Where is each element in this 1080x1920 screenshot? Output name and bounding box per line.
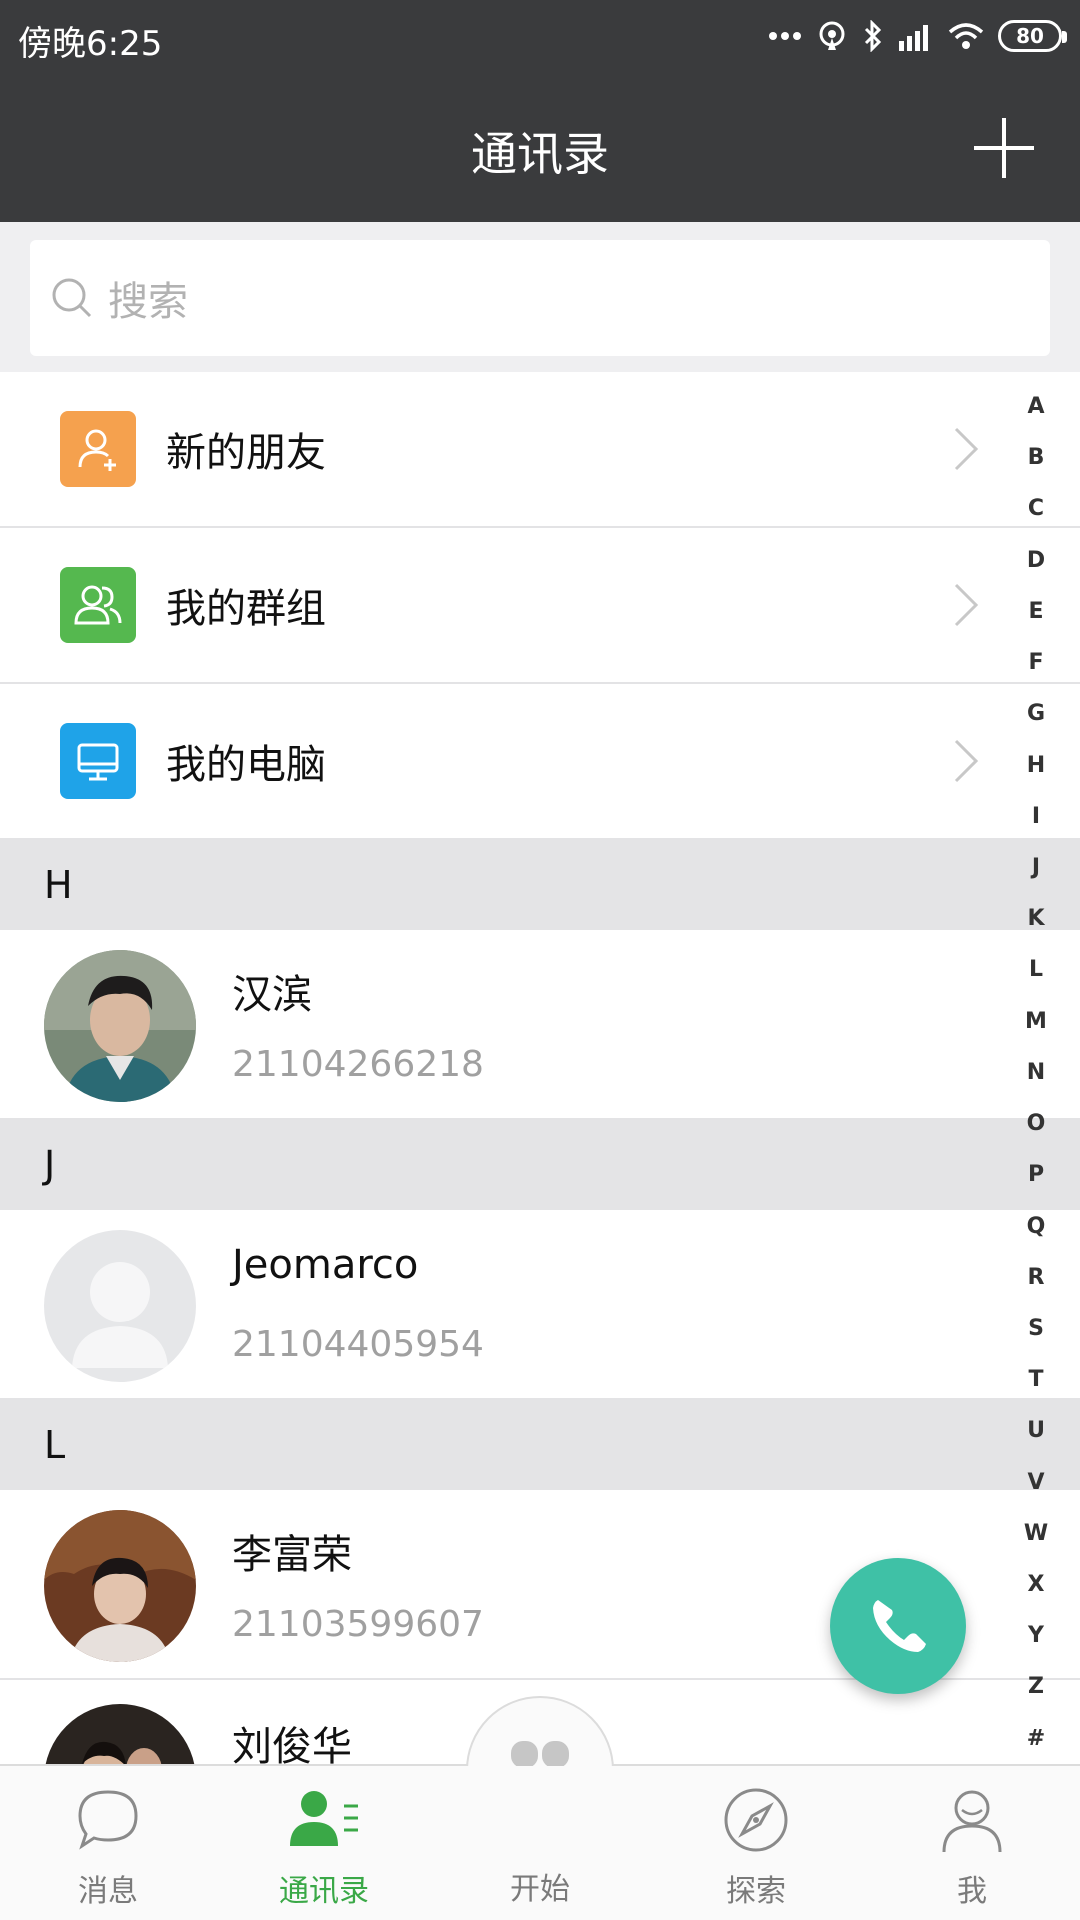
- search-area: 搜索: [0, 222, 1080, 372]
- alphabet-index[interactable]: A B C D E F G H I J K L M N O P Q R S T U V W X Y Z #: [1012, 392, 1060, 1754]
- alphabet-letter[interactable]: J: [1032, 853, 1040, 883]
- alphabet-letter[interactable]: H: [1027, 751, 1045, 781]
- alphabet-letter[interactable]: F: [1028, 648, 1043, 678]
- phone-icon: [873, 1600, 926, 1652]
- alphabet-letter[interactable]: #: [1027, 1724, 1045, 1754]
- contact-row[interactable]: Jeomarco 21104405954: [0, 1210, 1080, 1400]
- status-bar: 傍晚6:25 80: [0, 0, 1080, 72]
- alphabet-letter[interactable]: N: [1027, 1058, 1045, 1088]
- contact-row[interactable]: 汉滨 21104266218: [0, 930, 1080, 1120]
- alphabet-letter[interactable]: Z: [1028, 1672, 1044, 1702]
- contact-phone: 21103599607: [232, 1604, 484, 1645]
- section-header-l: L: [0, 1400, 1080, 1490]
- contact-name: 汉滨: [232, 972, 312, 1018]
- tab-label: 开始: [510, 1872, 570, 1907]
- menu-my-computer[interactable]: 我的电脑: [0, 684, 1080, 840]
- section-header-h: H: [0, 840, 1080, 930]
- alphabet-letter[interactable]: G: [1027, 699, 1045, 729]
- section-header-j: J: [0, 1120, 1080, 1210]
- bluetooth-icon: [864, 20, 882, 52]
- search-input[interactable]: 搜索: [30, 240, 1050, 356]
- chevron-right-icon: [954, 739, 979, 783]
- contact-name: Jeomarco: [232, 1242, 419, 1288]
- nav-bar: 通讯录: [0, 72, 1080, 222]
- menu-label: 我的群组: [166, 586, 326, 632]
- chevron-right-icon: [954, 583, 979, 627]
- alphabet-letter[interactable]: L: [1029, 955, 1043, 985]
- alphabet-letter[interactable]: D: [1027, 546, 1045, 576]
- alphabet-letter[interactable]: B: [1028, 443, 1045, 473]
- menu-my-groups[interactable]: 我的群组: [0, 528, 1080, 684]
- compass-icon: [716, 1780, 796, 1860]
- contact-phone: 21104266218: [232, 1044, 484, 1085]
- menu-label: 新的朋友: [166, 430, 326, 476]
- alphabet-letter[interactable]: E: [1028, 597, 1043, 627]
- contacts-menu: 新的朋友 我的群组 我的电脑: [0, 372, 1080, 840]
- search-placeholder: 搜索: [108, 279, 188, 325]
- tab-label: 通讯录: [279, 1874, 369, 1909]
- alphabet-letter[interactable]: U: [1027, 1416, 1045, 1446]
- hotspot-icon: [819, 21, 845, 50]
- tab-messages[interactable]: 消息: [8, 1764, 208, 1920]
- call-button[interactable]: [830, 1558, 966, 1694]
- battery-indicator: 80: [998, 20, 1067, 52]
- alphabet-letter[interactable]: W: [1024, 1519, 1048, 1549]
- tab-label: 我: [957, 1874, 987, 1909]
- alphabet-letter[interactable]: O: [1027, 1109, 1046, 1139]
- default-avatar-icon: [44, 1230, 196, 1382]
- tab-contacts[interactable]: 通讯录: [224, 1764, 424, 1920]
- alphabet-letter[interactable]: M: [1025, 1007, 1047, 1037]
- alphabet-letter[interactable]: S: [1028, 1314, 1044, 1344]
- avatar: [44, 1510, 196, 1662]
- page-title: 通讯录: [471, 127, 609, 181]
- chat-bubble-icon: [68, 1780, 148, 1860]
- menu-label: 我的电脑: [166, 742, 326, 788]
- contact-phone: 21104405954: [232, 1324, 484, 1365]
- alphabet-letter[interactable]: C: [1028, 494, 1044, 524]
- tab-label: 消息: [78, 1874, 138, 1909]
- signal-icon: [899, 25, 928, 51]
- alphabet-letter[interactable]: I: [1032, 802, 1040, 832]
- contacts-icon: [284, 1780, 364, 1860]
- menu-new-friends[interactable]: 新的朋友: [0, 372, 1080, 528]
- status-icons: 80: [768, 16, 1067, 56]
- alphabet-letter[interactable]: Y: [1028, 1621, 1044, 1651]
- alphabet-letter[interactable]: R: [1028, 1263, 1045, 1293]
- alphabet-letter[interactable]: P: [1028, 1160, 1044, 1190]
- tab-explore[interactable]: 探索: [656, 1764, 856, 1920]
- computer-icon: [60, 723, 136, 799]
- add-icon[interactable]: [974, 118, 1034, 178]
- search-icon: [52, 278, 92, 318]
- status-time: 傍晚6:25: [18, 24, 163, 64]
- alphabet-letter[interactable]: Q: [1027, 1212, 1046, 1242]
- alphabet-letter[interactable]: A: [1027, 392, 1044, 422]
- add-user-icon: [60, 411, 136, 487]
- alphabet-letter[interactable]: T: [1028, 1365, 1043, 1395]
- tab-me[interactable]: 我: [872, 1764, 1072, 1920]
- alphabet-letter[interactable]: X: [1028, 1570, 1045, 1600]
- profile-icon: [932, 1780, 1012, 1860]
- alphabet-letter[interactable]: K: [1027, 904, 1044, 934]
- contact-name: 李富荣: [232, 1532, 352, 1578]
- tab-label: 探索: [726, 1874, 786, 1909]
- chevron-right-icon: [954, 427, 979, 471]
- alphabet-letter[interactable]: V: [1027, 1468, 1044, 1498]
- wifi-icon: [948, 23, 984, 49]
- avatar: [44, 950, 196, 1102]
- group-icon: [60, 567, 136, 643]
- more-dots-icon: [769, 32, 801, 40]
